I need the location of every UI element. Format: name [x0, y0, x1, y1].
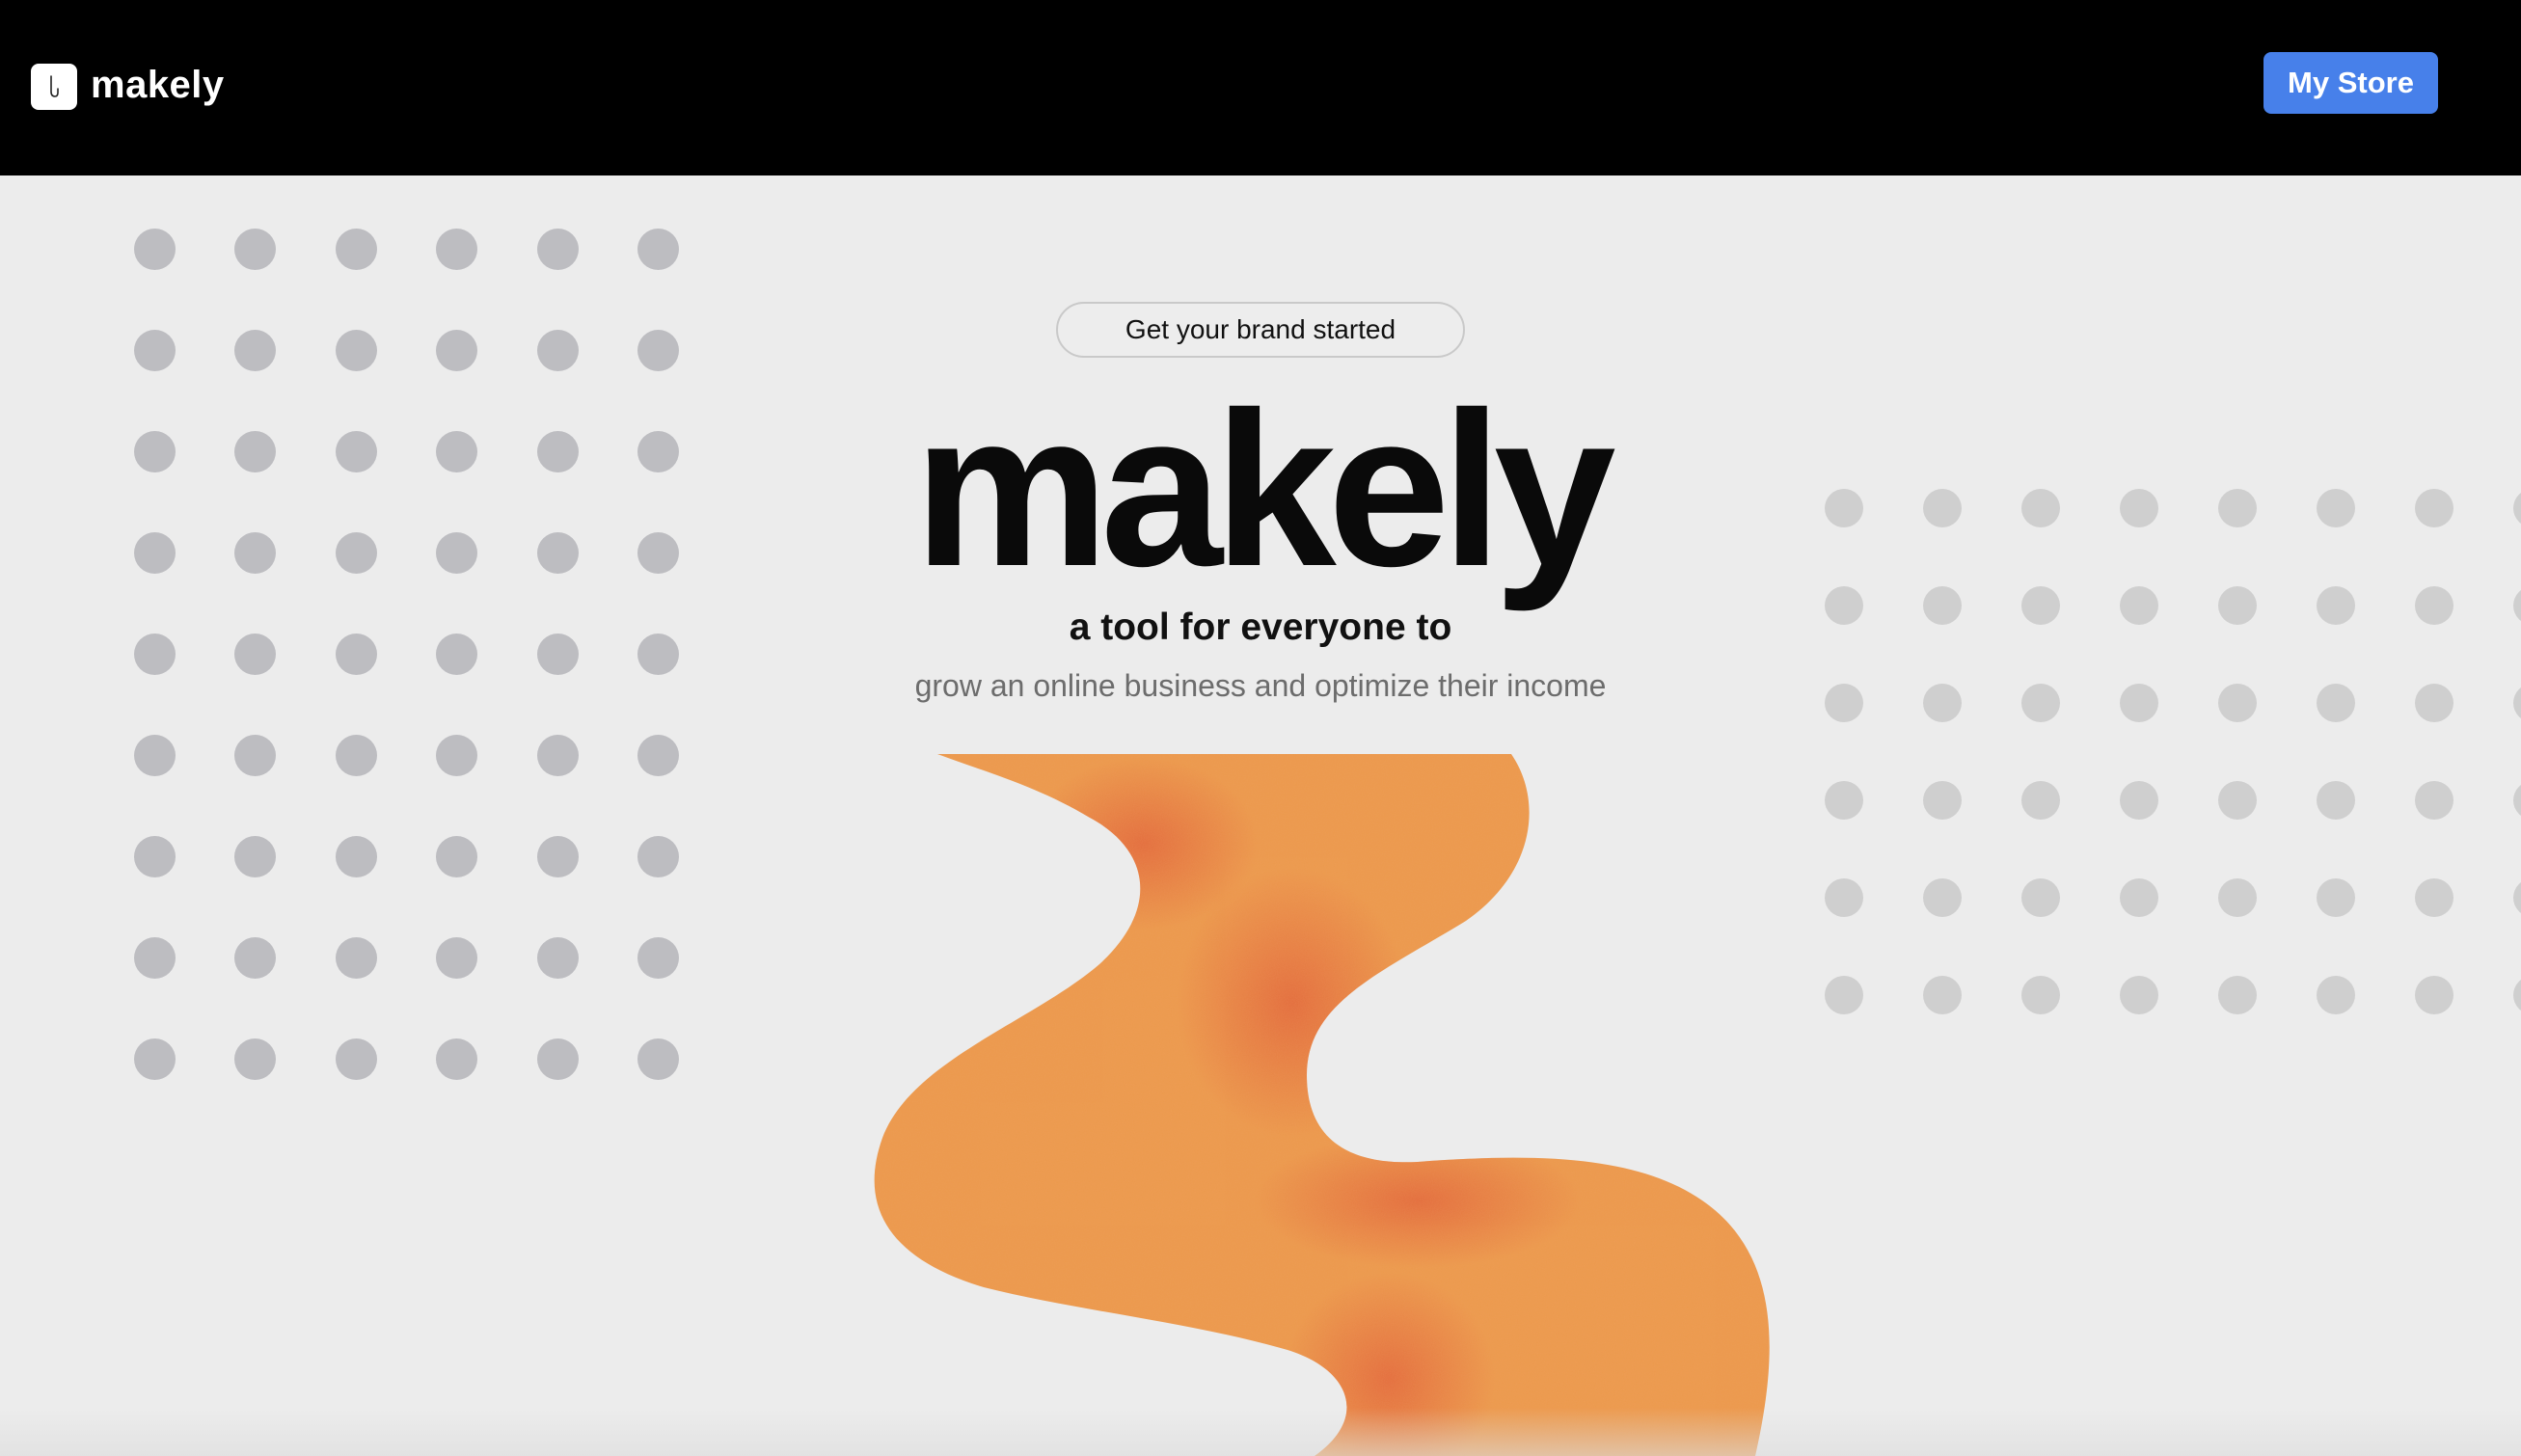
hero-subtitle: grow an online business and optimize the… [914, 668, 1607, 703]
page: makely My Store Get your brand started m… [0, 0, 2521, 1456]
hero-tagline: a tool for everyone to [1069, 607, 1452, 648]
get-started-pill[interactable]: Get your brand started [1056, 302, 1465, 358]
orange-swoosh-illustration [874, 754, 1770, 1456]
bottom-fade [0, 1408, 2521, 1456]
hero-title: makely [913, 367, 1615, 612]
